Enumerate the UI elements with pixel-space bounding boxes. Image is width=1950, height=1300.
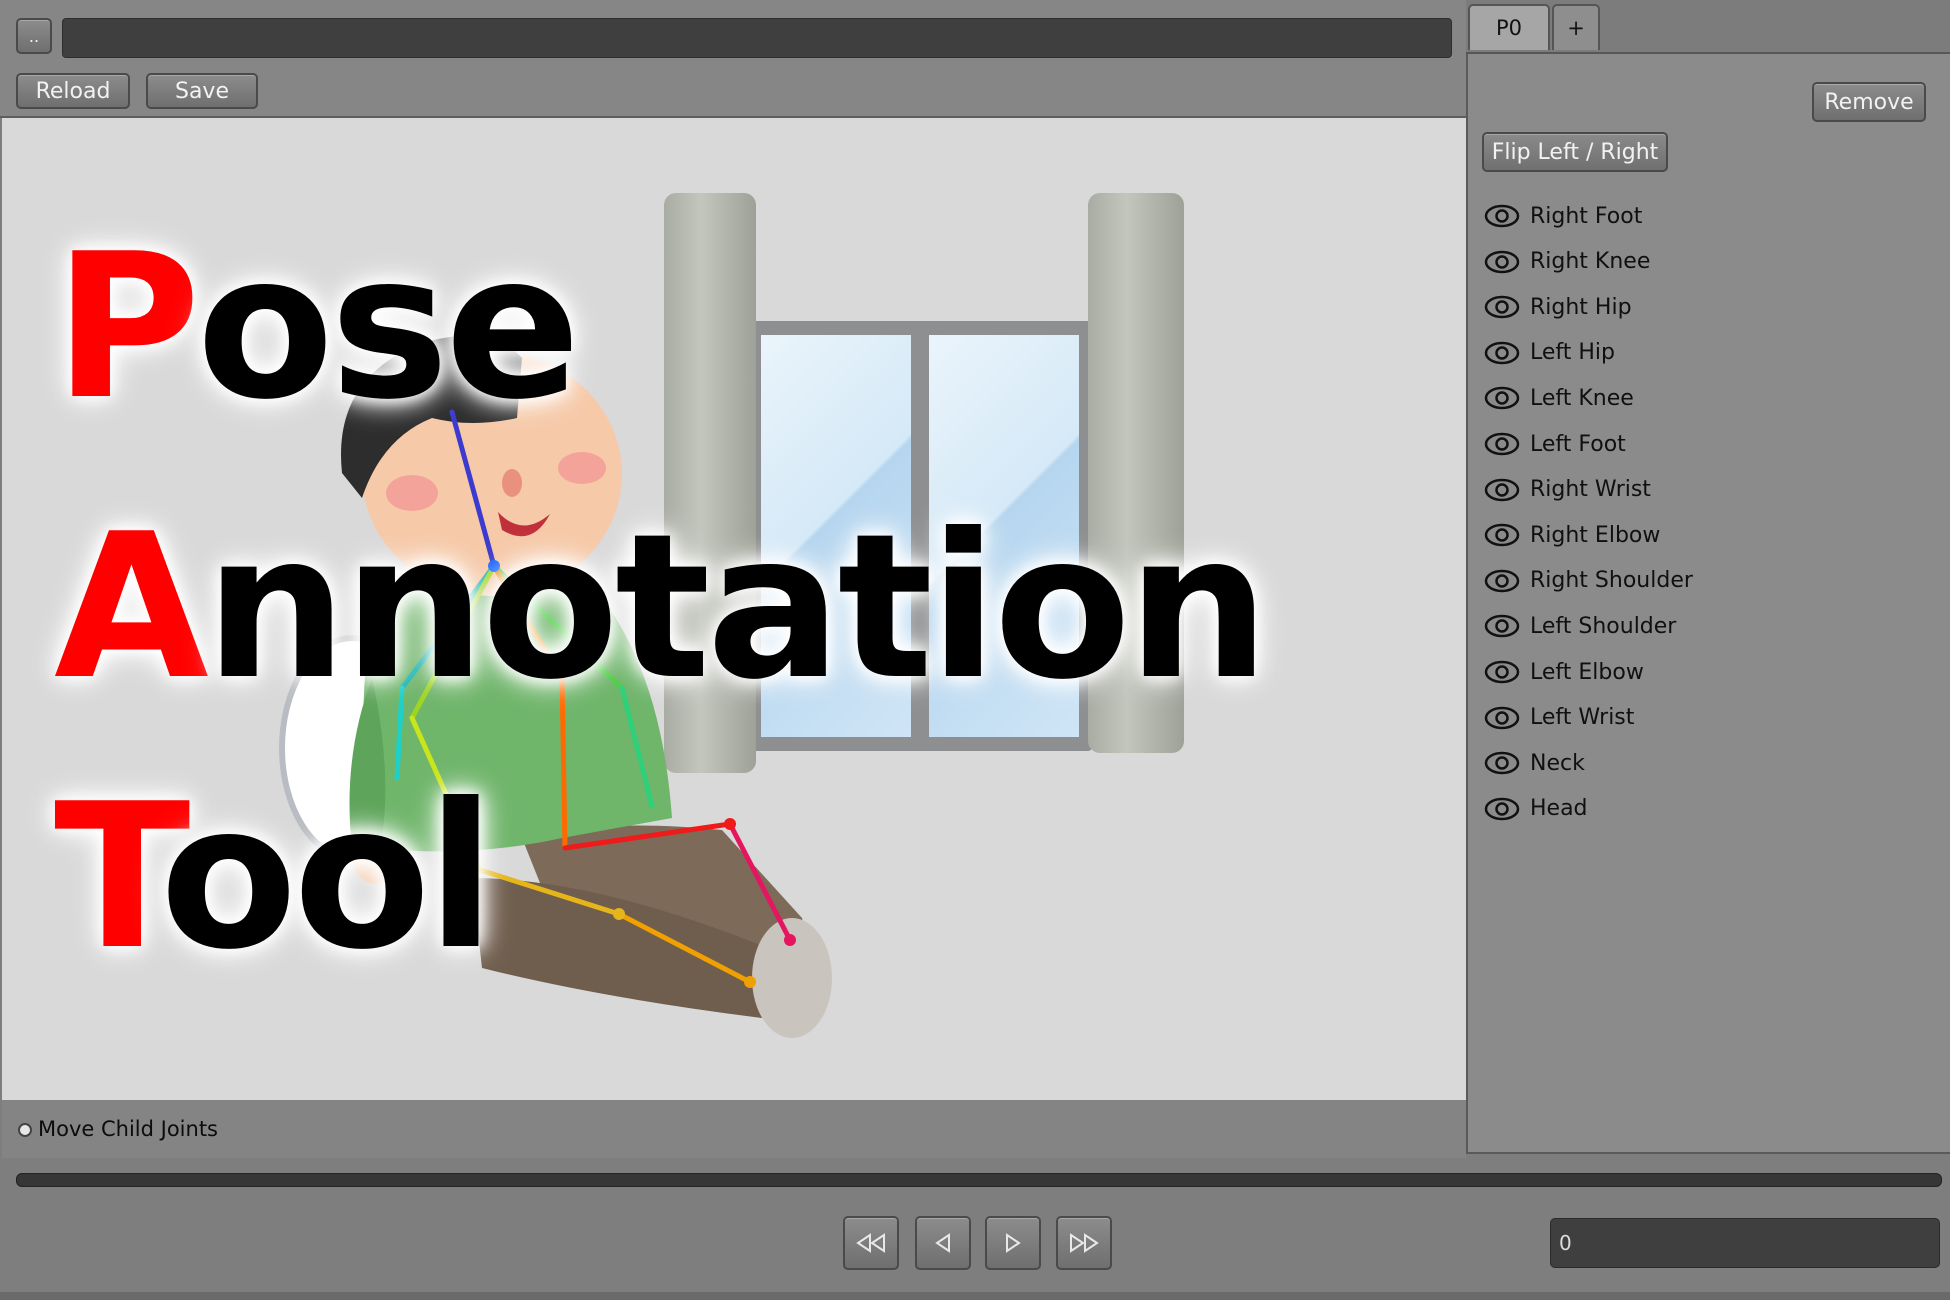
joint-row[interactable]: Left Shoulder: [1484, 606, 1676, 646]
joint-row[interactable]: Left Wrist: [1484, 698, 1634, 738]
joint-label: Left Foot: [1530, 431, 1626, 457]
title-line-tool: Tool: [54, 778, 495, 978]
eye-visibility-icon[interactable]: [1484, 477, 1520, 503]
move-child-joints-label: Move Child Joints: [38, 1117, 218, 1141]
joint-row[interactable]: Left Foot: [1484, 424, 1626, 464]
title-initial-a: A: [54, 491, 209, 724]
remove-button[interactable]: Remove: [1812, 82, 1926, 122]
parent-folder-button[interactable]: ..: [16, 18, 52, 54]
title-initial-t: T: [54, 761, 164, 994]
joint-label: Right Elbow: [1530, 522, 1661, 548]
title-rest-nnotation: nnotation: [204, 491, 1270, 724]
eye-visibility-icon[interactable]: [1484, 203, 1520, 229]
title-line-pose: Pose: [54, 228, 581, 428]
eye-visibility-icon[interactable]: [1484, 659, 1520, 685]
joint-row[interactable]: Left Hip: [1484, 333, 1615, 373]
joint-label: Right Shoulder: [1530, 568, 1693, 594]
prev-frame-icon: [935, 1233, 950, 1253]
next-frame-button[interactable]: [985, 1216, 1041, 1270]
joint-label: Neck: [1530, 750, 1585, 776]
title-initial-p: P: [54, 211, 201, 444]
joint-row[interactable]: Neck: [1484, 743, 1585, 783]
joint-row[interactable]: Right Knee: [1484, 242, 1650, 282]
last-frame-icon: [1070, 1233, 1099, 1253]
joint-label: Left Elbow: [1530, 659, 1644, 685]
eye-visibility-icon[interactable]: [1484, 385, 1520, 411]
eye-visibility-icon[interactable]: [1484, 613, 1520, 639]
save-button[interactable]: Save: [146, 73, 258, 109]
title-rest-ose: ose: [196, 211, 581, 444]
joint-label: Right Knee: [1530, 249, 1651, 275]
joint-label: Left Hip: [1530, 340, 1616, 366]
eye-visibility-icon[interactable]: [1484, 249, 1520, 275]
tab-add-person[interactable]: +: [1552, 4, 1600, 50]
eye-visibility-icon[interactable]: [1484, 705, 1520, 731]
joint-row[interactable]: Right Foot: [1484, 196, 1642, 236]
joint-row[interactable]: Right Hip: [1484, 287, 1632, 327]
eye-visibility-icon[interactable]: [1484, 340, 1520, 366]
joint-row[interactable]: Head: [1484, 789, 1588, 829]
joint-row[interactable]: Right Elbow: [1484, 515, 1660, 555]
joint-label: Right Wrist: [1530, 477, 1651, 503]
timeline-slider[interactable]: [16, 1173, 1942, 1187]
joint-row[interactable]: Right Wrist: [1484, 470, 1651, 510]
tab-p0[interactable]: P0: [1468, 4, 1550, 50]
eye-visibility-icon[interactable]: [1484, 294, 1520, 320]
joint-label: Right Foot: [1530, 203, 1643, 229]
title-rest-ool: ool: [159, 761, 495, 994]
joint-label: Right Hip: [1530, 294, 1632, 320]
status-bar: [0, 1292, 1950, 1300]
eye-visibility-icon[interactable]: [1484, 522, 1520, 548]
joint-label: Left Shoulder: [1530, 613, 1677, 639]
joint-label: Head: [1530, 796, 1588, 822]
eye-visibility-icon[interactable]: [1484, 431, 1520, 457]
frame-number-input[interactable]: 0: [1550, 1218, 1940, 1268]
eye-visibility-icon[interactable]: [1484, 750, 1520, 776]
path-input[interactable]: [62, 18, 1452, 58]
eye-visibility-icon[interactable]: [1484, 568, 1520, 594]
joint-label: Left Knee: [1530, 385, 1634, 411]
title-line-annotation: Annotation: [54, 508, 1269, 708]
reload-button[interactable]: Reload: [16, 73, 130, 109]
joint-row[interactable]: Right Shoulder: [1484, 561, 1693, 601]
options-bar: [2, 1100, 1466, 1158]
next-frame-icon: [1006, 1233, 1021, 1253]
eye-visibility-icon[interactable]: [1484, 796, 1520, 822]
prev-frame-button[interactable]: [915, 1216, 971, 1270]
last-frame-button[interactable]: [1056, 1216, 1112, 1270]
first-frame-icon: [856, 1233, 885, 1253]
joint-row[interactable]: Left Elbow: [1484, 652, 1644, 692]
first-frame-button[interactable]: [843, 1216, 899, 1270]
move-child-joints-toggle[interactable]: [18, 1123, 32, 1137]
joint-row[interactable]: Left Knee: [1484, 378, 1634, 418]
joint-label: Left Wrist: [1530, 705, 1635, 731]
image-canvas[interactable]: Pose Annotation Tool: [2, 118, 1466, 1100]
flip-left-right-button[interactable]: Flip Left / Right: [1482, 132, 1668, 172]
